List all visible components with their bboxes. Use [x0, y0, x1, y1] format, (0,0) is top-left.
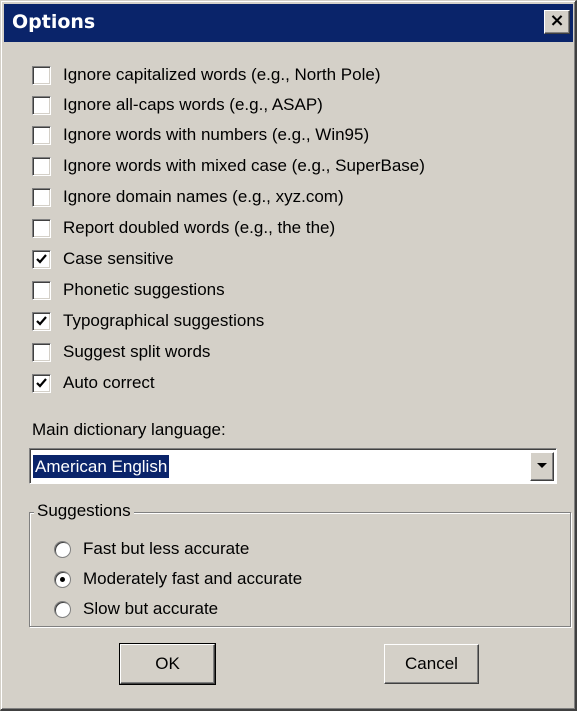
radio-button[interactable] [54, 540, 71, 558]
checkbox[interactable] [32, 156, 51, 176]
option-report-doubled-words[interactable]: Report doubled words (e.g., the the) [32, 216, 335, 240]
options-dialog: Options × Ignore capitalized words (e.g.… [0, 0, 577, 711]
option-ignore-mixed-case[interactable]: Ignore words with mixed case (e.g., Supe… [32, 154, 425, 178]
option-label: Phonetic suggestions [63, 280, 225, 299]
checkbox[interactable] [32, 187, 51, 207]
checkbox[interactable] [32, 280, 51, 300]
cancel-button[interactable]: Cancel [384, 644, 479, 684]
checkbox[interactable] [32, 218, 51, 238]
checkbox[interactable] [32, 373, 51, 393]
checkbox[interactable] [32, 95, 51, 115]
option-auto-correct[interactable]: Auto correct [32, 371, 155, 395]
radio-fast[interactable]: Fast but less accurate [54, 537, 249, 561]
option-label: Auto correct [63, 373, 155, 392]
dialog-title: Options [12, 11, 96, 33]
radio-label: Fast but less accurate [83, 539, 250, 558]
radio-button[interactable] [54, 570, 71, 588]
close-icon: × [549, 10, 565, 31]
option-label: Typographical suggestions [63, 311, 265, 330]
option-ignore-domain-names[interactable]: Ignore domain names (e.g., xyz.com) [32, 185, 344, 209]
checkbox[interactable] [32, 342, 51, 362]
checkmark-icon [36, 377, 47, 388]
checkbox[interactable] [32, 311, 51, 331]
radio-moderate[interactable]: Moderately fast and accurate [54, 567, 302, 591]
radio-dot-icon [60, 576, 65, 582]
option-label: Ignore words with numbers (e.g., Win95) [63, 125, 370, 144]
option-ignore-capitalized[interactable]: Ignore capitalized words (e.g., North Po… [32, 63, 381, 87]
checkmark-icon [36, 253, 47, 264]
option-typographical-suggestions[interactable]: Typographical suggestions [32, 309, 264, 333]
option-label: Ignore domain names (e.g., xyz.com) [63, 187, 344, 206]
checkbox[interactable] [32, 249, 51, 269]
option-label: Case sensitive [63, 249, 174, 268]
checkbox[interactable] [32, 65, 51, 85]
option-phonetic-suggestions[interactable]: Phonetic suggestions [32, 278, 225, 302]
checkbox[interactable] [32, 125, 51, 145]
option-ignore-all-caps[interactable]: Ignore all-caps words (e.g., ASAP) [32, 93, 323, 117]
option-label: Ignore capitalized words (e.g., North Po… [63, 65, 381, 84]
option-suggest-split-words[interactable]: Suggest split words [32, 340, 210, 364]
checkmark-icon [36, 315, 47, 326]
suggestions-group-title: Suggestions [34, 501, 134, 521]
radio-slow[interactable]: Slow but accurate [54, 597, 218, 621]
ok-button[interactable]: OK [119, 643, 216, 685]
option-label: Suggest split words [63, 342, 211, 361]
dropdown-button[interactable] [530, 452, 554, 481]
option-label: Ignore all-caps words (e.g., ASAP) [63, 95, 323, 114]
option-case-sensitive[interactable]: Case sensitive [32, 247, 174, 271]
dictionary-language-label: Main dictionary language: [32, 420, 226, 439]
dictionary-language-value: American English [33, 455, 170, 478]
radio-label: Moderately fast and accurate [83, 569, 303, 588]
option-label: Report doubled words (e.g., the the) [63, 218, 336, 237]
option-ignore-numbers[interactable]: Ignore words with numbers (e.g., Win95) [32, 123, 369, 147]
title-bar[interactable]: Options × [4, 4, 573, 42]
dictionary-language-select[interactable]: American English [29, 448, 557, 484]
radio-button[interactable] [54, 600, 71, 618]
radio-label: Slow but accurate [83, 599, 219, 618]
option-label: Ignore words with mixed case (e.g., Supe… [63, 156, 425, 175]
chevron-down-icon [537, 463, 547, 468]
close-button[interactable]: × [544, 10, 570, 34]
